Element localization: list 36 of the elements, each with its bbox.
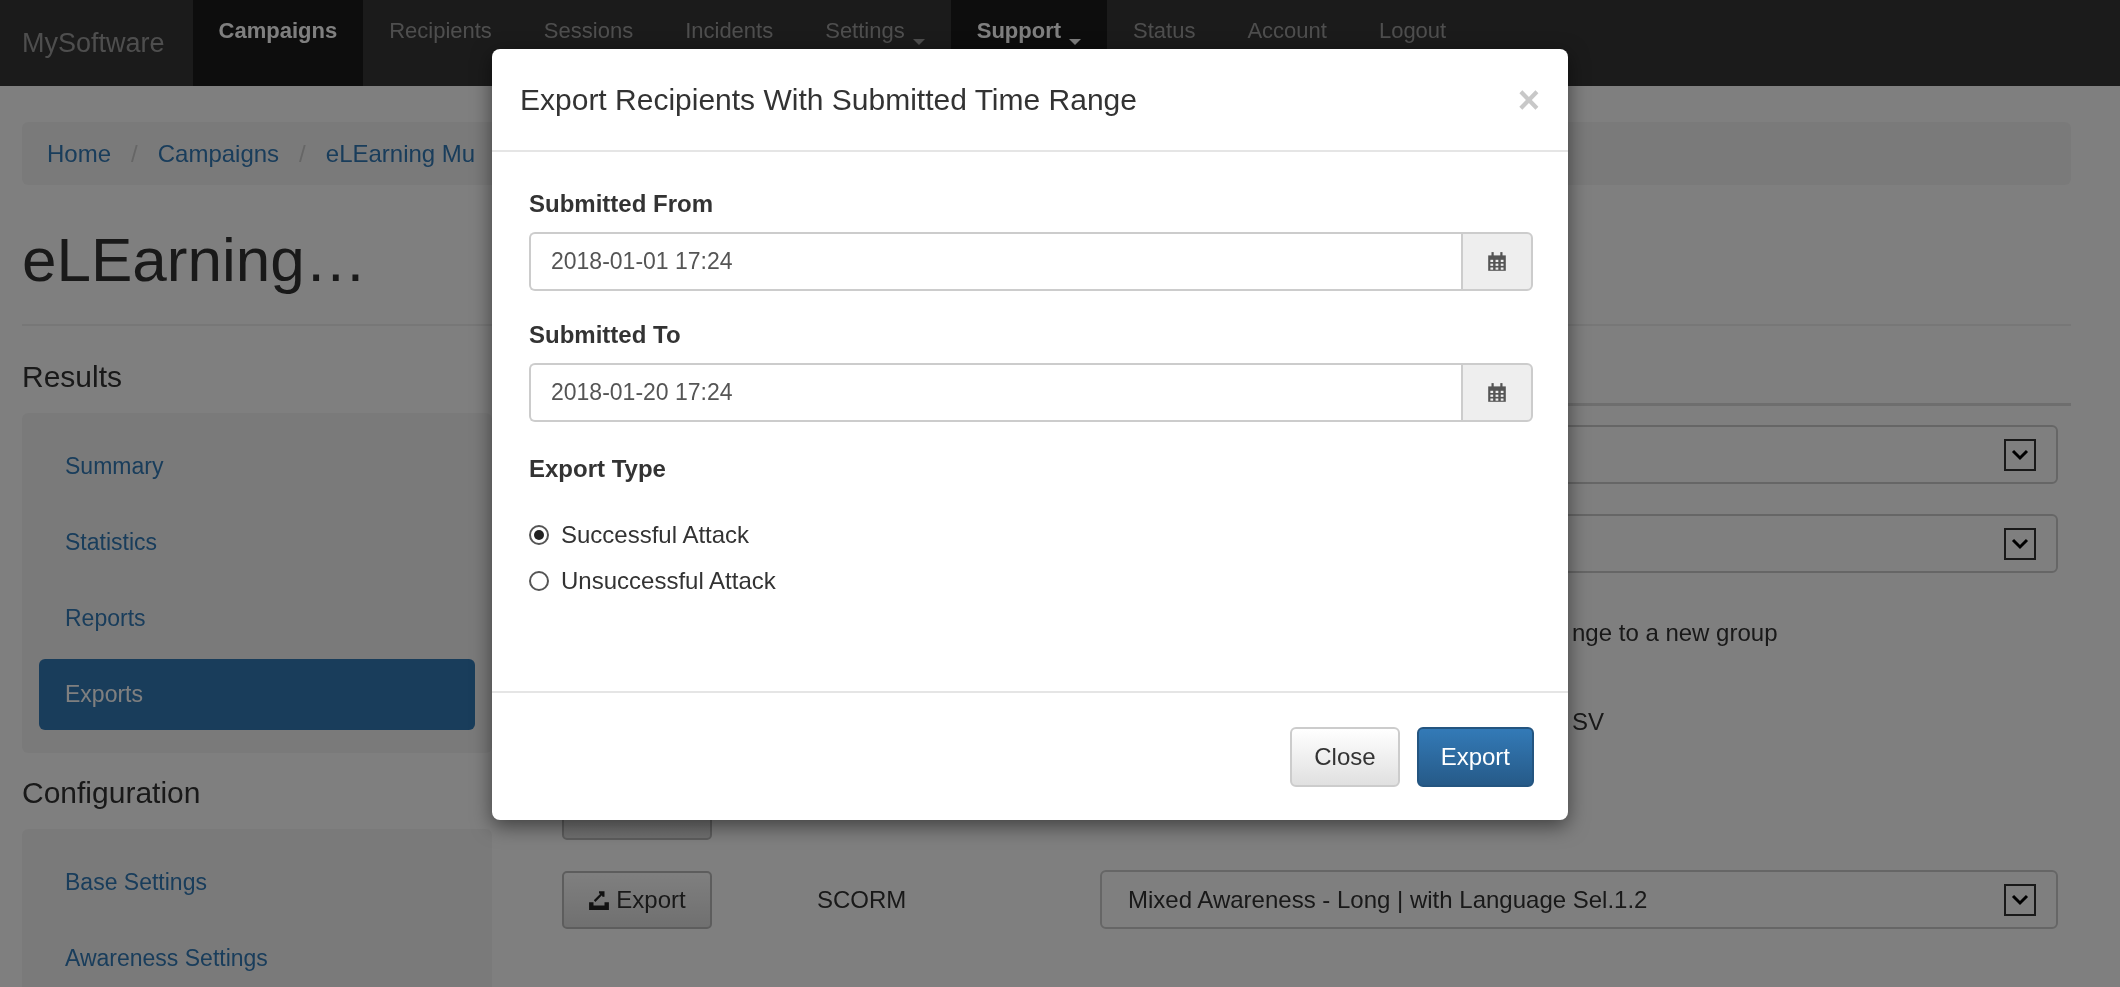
- breadcrumb-separator: /: [299, 139, 306, 168]
- date-input-field[interactable]: 2018-01-20 17:24: [529, 363, 1461, 422]
- sidebar-heading: Results: [22, 359, 124, 395]
- sidebar-item[interactable]: Statistics: [39, 507, 475, 578]
- breadcrumb-link[interactable]: Home: [47, 139, 112, 168]
- sidebar-item[interactable]: Exports: [39, 659, 475, 730]
- close-button[interactable]: Close: [1290, 726, 1400, 787]
- chevron-down-icon: [2004, 883, 2036, 916]
- sidebar-heading: Configuration: [22, 775, 202, 811]
- date-input-field[interactable]: 2018-01-01 17:24: [529, 232, 1461, 291]
- breadcrumb-separator: /: [131, 139, 138, 168]
- calendar-icon[interactable]: [1461, 232, 1533, 291]
- sidebar-item[interactable]: Base Settings: [39, 847, 475, 918]
- calendar-icon[interactable]: [1461, 363, 1533, 422]
- sidebar-item[interactable]: Awareness Settings: [39, 923, 475, 987]
- field-label: Submitted From: [529, 189, 714, 219]
- field-label: Export Type: [529, 454, 667, 484]
- export-name: SCORM: [817, 885, 907, 913]
- export-description: SV: [1572, 707, 1604, 736]
- sidebar-item[interactable]: Summary: [39, 431, 475, 502]
- export-icon: [588, 888, 611, 911]
- breadcrumb-link[interactable]: Campaigns: [157, 139, 280, 168]
- close-button[interactable]: ×: [1517, 80, 1540, 119]
- field-label: Submitted To: [529, 320, 682, 350]
- chevron-down-icon: [2004, 527, 2036, 560]
- export-button[interactable]: Export: [1416, 726, 1534, 787]
- sidebar-item[interactable]: Reports: [39, 583, 475, 654]
- export-button[interactable]: Export: [562, 870, 712, 929]
- breadcrumb-link[interactable]: eLEarning Mu: [325, 139, 476, 168]
- page-title: eLEarning…: [22, 224, 367, 296]
- nav-item[interactable]: Campaigns: [192, 0, 364, 86]
- chevron-down-icon: [2004, 438, 2036, 471]
- radio-option[interactable]: Unsuccessful Attack: [529, 558, 1533, 604]
- export-description: nge to a new group: [1572, 618, 1778, 647]
- radio-option[interactable]: Successful Attack: [529, 512, 1533, 558]
- select-field[interactable]: Mixed Awareness - Long | with Language Sel.1.2: [1100, 870, 2058, 929]
